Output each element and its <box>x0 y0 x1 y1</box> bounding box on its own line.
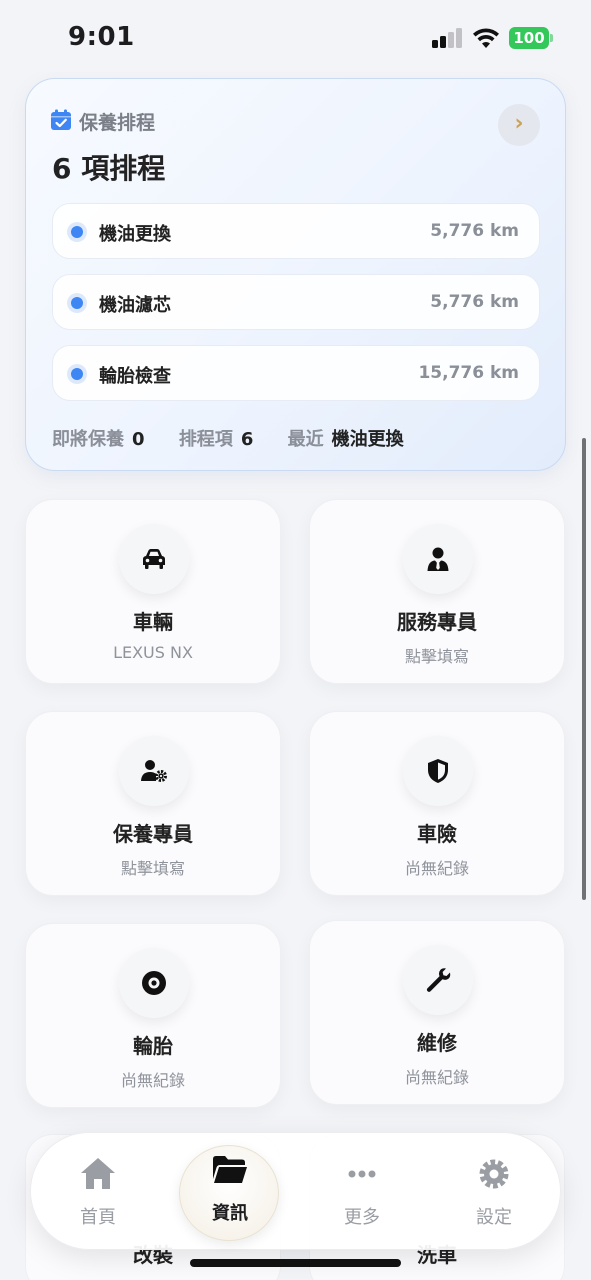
schedule-title: 6 項排程 <box>52 152 166 185</box>
tile-subtitle: 尚無紀錄 <box>120 1071 185 1090</box>
tab-home[interactable]: 首頁 <box>43 1133 153 1251</box>
status-time: 9:01 <box>68 22 135 52</box>
tire-icon <box>119 948 189 1018</box>
schedule-item-name: 機油濾芯 <box>99 295 171 316</box>
schedule-item[interactable]: 輪胎檢查 15,776 km <box>52 345 540 401</box>
car-icon <box>119 524 189 594</box>
status-dot-icon <box>71 226 83 238</box>
folder-icon <box>213 1156 247 1183</box>
tab-label: 設定 <box>476 1207 512 1228</box>
tile-title: 輪胎 <box>133 1034 173 1058</box>
tab-info[interactable]: 資訊 <box>175 1133 285 1251</box>
tab-label: 首頁 <box>80 1207 116 1228</box>
stat-latest-label: 最近 <box>287 429 324 450</box>
schedule-item-distance: 15,776 km <box>418 363 519 383</box>
schedule-item-name: 機油更換 <box>99 224 171 245</box>
tab-more[interactable]: 更多 <box>307 1133 417 1251</box>
stat-upcoming-value: 0 <box>132 429 145 450</box>
user-gear-icon <box>119 736 189 806</box>
settings-icon <box>479 1159 509 1189</box>
tile-insurance[interactable]: 車險 尚無紀錄 <box>309 711 565 896</box>
wrench-icon <box>403 945 473 1015</box>
signal-icon <box>432 28 462 48</box>
home-indicator <box>190 1259 401 1267</box>
tile-subtitle: 尚無紀錄 <box>404 1068 469 1087</box>
tile-service-agent[interactable]: 服務專員 點擊填寫 <box>309 499 565 684</box>
chevron-right-icon[interactable]: › <box>498 104 540 146</box>
schedule-item[interactable]: 機油濾芯 5,776 km <box>52 274 540 330</box>
tile-title: 服務專員 <box>397 610 477 634</box>
status-bar: 9:01 100 <box>0 0 591 72</box>
scrollbar[interactable] <box>582 438 586 900</box>
tile-tires[interactable]: 輪胎 尚無紀錄 <box>25 923 281 1108</box>
tab-label: 更多 <box>344 1207 380 1228</box>
tile-title: 車險 <box>417 822 457 846</box>
tab-settings[interactable]: 設定 <box>439 1133 549 1251</box>
tab-bar: 首頁 資訊 更多 設定 <box>30 1132 561 1250</box>
calendar-check-icon <box>51 109 71 130</box>
stat-upcoming-label: 即將保養 <box>52 429 124 450</box>
schedule-item-distance: 5,776 km <box>430 292 519 312</box>
tile-title: 車輛 <box>133 610 173 634</box>
stat-latest-value: 機油更換 <box>331 429 404 450</box>
status-dot-icon <box>71 297 83 309</box>
tile-title: 保養專員 <box>113 822 193 846</box>
tile-repair[interactable]: 維修 尚無紀錄 <box>309 920 565 1105</box>
battery-level: 100 <box>509 27 549 49</box>
battery-icon: 100 <box>509 27 553 49</box>
tab-label: 資訊 <box>212 1203 248 1224</box>
tile-subtitle: LEXUS NX <box>113 643 193 662</box>
status-dot-icon <box>71 368 83 380</box>
schedule-stats: 即將保養 0 排程項 6 最近 機油更換 <box>52 425 432 451</box>
schedule-item-distance: 5,776 km <box>430 221 519 241</box>
home-icon <box>81 1158 115 1189</box>
more-icon <box>348 1170 376 1178</box>
schedule-item-name: 輪胎檢查 <box>99 366 171 387</box>
schedule-item[interactable]: 機油更換 5,776 km <box>52 203 540 259</box>
tile-subtitle: 尚無紀錄 <box>404 859 469 878</box>
tile-subtitle: 點擊填寫 <box>404 647 469 666</box>
schedule-label: 保養排程 <box>79 112 156 134</box>
tile-maintenance-agent[interactable]: 保養專員 點擊填寫 <box>25 711 281 896</box>
wifi-icon <box>473 28 499 48</box>
agent-icon <box>403 524 473 594</box>
tile-title: 維修 <box>417 1031 457 1055</box>
shield-icon <box>403 736 473 806</box>
tile-subtitle: 點擊填寫 <box>120 859 185 878</box>
stat-count-value: 6 <box>240 429 254 450</box>
tile-vehicle[interactable]: 車輛 LEXUS NX <box>25 499 281 684</box>
stat-count-label: 排程項 <box>178 429 233 450</box>
maintenance-schedule-card[interactable]: 保養排程 › 6 項排程 機油更換 5,776 km 機油濾芯 5,776 km… <box>25 78 566 471</box>
